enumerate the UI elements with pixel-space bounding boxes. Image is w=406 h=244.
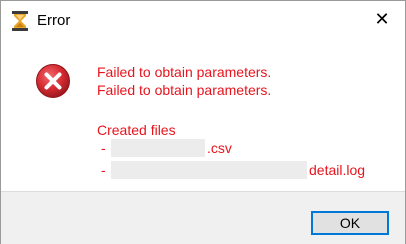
error-message-line-1: Failed to obtain parameters. [97, 64, 272, 80]
message-area: Failed to obtain parameters. Failed to o… [1, 41, 405, 191]
file-1-suffix: .csv [207, 140, 232, 156]
file-1-bullet: - [101, 140, 106, 156]
close-icon: ✕ [374, 8, 390, 29]
created-files-heading: Created files [97, 122, 176, 138]
ok-button[interactable]: OK [311, 211, 389, 235]
redacted-filename-2 [111, 161, 307, 179]
hourglass-icon [12, 11, 28, 31]
close-button[interactable]: ✕ [359, 1, 405, 37]
error-dialog: Error ✕ Failed to obtain parameters. Fai… [0, 0, 406, 244]
error-x-circle-icon [36, 64, 70, 98]
file-2-suffix: detail.log [309, 162, 366, 178]
redacted-filename-1 [111, 139, 205, 157]
window-title: Error [37, 12, 71, 29]
button-bar: OK [1, 191, 405, 244]
file-2-bullet: - [101, 162, 106, 178]
error-message-line-2: Failed to obtain parameters. [97, 82, 272, 98]
title-bar[interactable]: Error ✕ [1, 1, 405, 41]
